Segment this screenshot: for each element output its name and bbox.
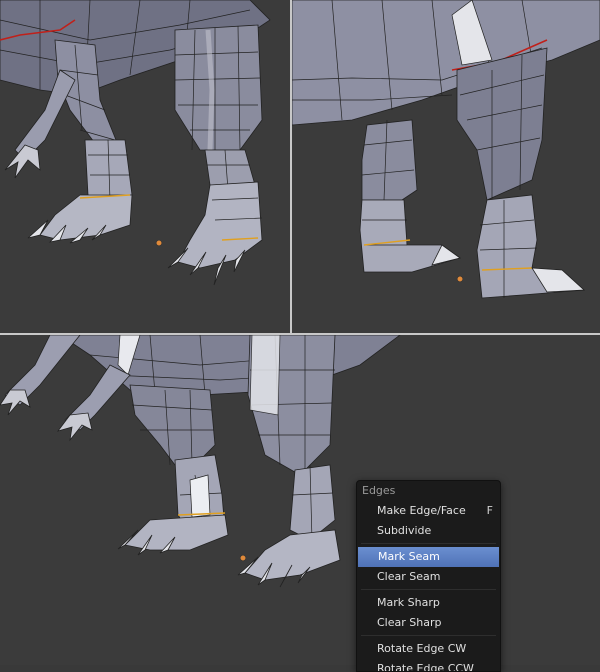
menu-separator [361,635,496,636]
3d-cursor-icon [155,239,163,247]
menu-item-label: Rotate Edge CCW [377,662,474,672]
menu-item-label: Clear Seam [377,570,441,583]
menu-item-label: Make Edge/Face [377,504,466,517]
dinosaur-mesh-bottom-view [0,335,401,588]
shortcut-label: F [486,504,493,517]
edges-context-menu: Edges Make Edge/Face F Subdivide Mark Se… [356,480,501,672]
3d-cursor-icon [456,275,464,283]
menu-item-clear-seam[interactable]: Clear Seam [357,567,500,587]
menu-item-mark-seam[interactable]: Mark Seam [358,547,499,567]
menu-item-rotate-edge-cw[interactable]: Rotate Edge CW [357,639,500,659]
3d-viewport-top-left[interactable] [0,0,290,333]
menu-item-subdivide[interactable]: Subdivide [357,521,500,541]
menu-item-label: Clear Sharp [377,616,442,629]
menu-separator [361,589,496,590]
3d-viewport-top-right[interactable] [292,0,600,333]
menu-item-label: Rotate Edge CW [377,642,467,655]
menu-item-label: Subdivide [377,524,432,537]
dinosaur-mesh-left-view [0,0,271,286]
3d-viewport-bottom[interactable] [0,335,600,665]
menu-item-clear-sharp[interactable]: Clear Sharp [357,613,500,633]
3d-cursor-icon [239,554,247,562]
menu-item-mark-sharp[interactable]: Mark Sharp [357,593,500,613]
menu-item-label: Mark Sharp [377,596,440,609]
menu-item-make-edge-face[interactable]: Make Edge/Face F [357,501,500,521]
dinosaur-mesh-right-view [292,0,600,299]
menu-separator [361,543,496,544]
menu-item-rotate-edge-ccw[interactable]: Rotate Edge CCW [357,659,500,672]
menu-title: Edges [362,484,396,497]
menu-item-label: Mark Seam [378,550,440,563]
